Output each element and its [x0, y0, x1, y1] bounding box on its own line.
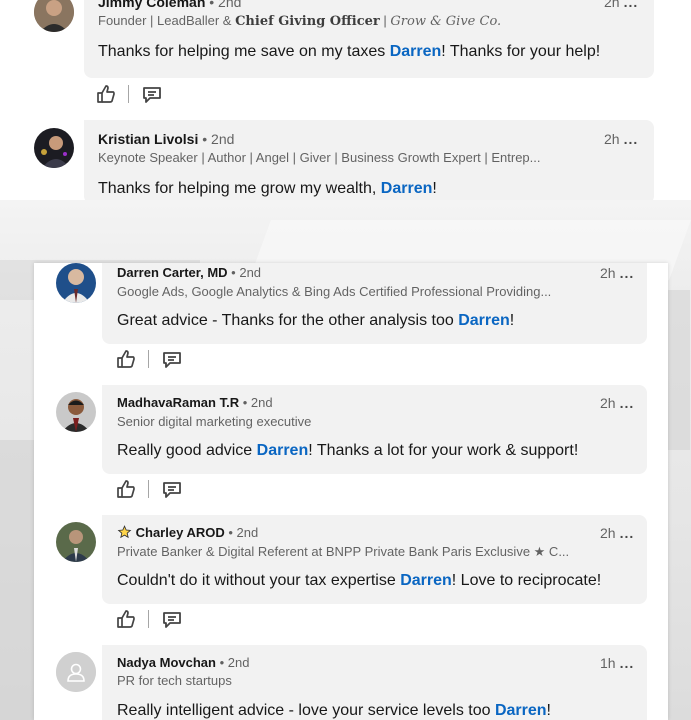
mention-link[interactable]: Darren	[495, 702, 547, 719]
headline-separator: |	[379, 13, 391, 28]
commenter-headline: Google Ads, Google Analytics & Bing Ads …	[117, 284, 552, 299]
connection-degree: • 2nd	[242, 395, 273, 410]
comment-text: Thanks for helping me save on my taxes D…	[98, 43, 600, 61]
comment-text: Really good advice Darren! Thanks a lot …	[117, 442, 578, 460]
commenter-name[interactable]: Nadya Movchan	[117, 655, 216, 670]
headline-text: Founder | LeadBaller &	[98, 13, 236, 28]
commenter-headline: Private Banker & Digital Referent at BNP…	[117, 544, 570, 559]
thumbs-up-icon[interactable]	[116, 479, 136, 499]
thumbs-up-icon[interactable]	[116, 349, 136, 369]
mention-link[interactable]: Darren	[257, 442, 309, 459]
more-options-icon[interactable]: ...	[620, 395, 635, 411]
comment-text-part: Couldn't do it without your tax expertis…	[117, 572, 401, 589]
comment-text-part: Great advice - Thanks for the other anal…	[117, 312, 459, 329]
avatar[interactable]	[34, 0, 74, 32]
comment-actions	[116, 477, 182, 501]
time-label: 2h	[600, 395, 616, 411]
commenter-headline: Senior digital marketing executive	[117, 414, 312, 429]
comment-text-part: Thanks for helping me save on my taxes	[98, 43, 390, 60]
comment-time: 1h...	[600, 655, 634, 671]
commenter-name[interactable]: Darren Carter, MD	[117, 265, 228, 280]
more-options-icon[interactable]: ...	[624, 131, 639, 147]
connection-degree: • 2nd	[209, 0, 242, 10]
commenter-name[interactable]: Charley AROD	[136, 525, 225, 540]
connection-degree: • 2nd	[231, 265, 262, 280]
comment-icon[interactable]	[142, 84, 162, 104]
comment-text: Thanks for helping me grow my wealth, Da…	[98, 180, 437, 198]
commenter-name-line: Darren Carter, MD • 2nd	[117, 265, 261, 280]
mention-link[interactable]: Darren	[400, 572, 452, 589]
comment-icon[interactable]	[162, 479, 182, 499]
mention-link[interactable]: Darren	[458, 312, 510, 329]
comment-text-part: !	[432, 180, 437, 197]
action-divider	[148, 350, 149, 368]
action-divider	[128, 85, 129, 103]
action-divider	[148, 610, 149, 628]
comment-text-part: Really good advice	[117, 442, 257, 459]
commenter-name-line: Charley AROD • 2nd	[117, 525, 258, 540]
comment-text-part: Really intelligent advice - love your se…	[117, 702, 495, 719]
more-options-icon[interactable]: ...	[620, 265, 635, 281]
comment-icon[interactable]	[162, 609, 182, 629]
more-options-icon[interactable]: ...	[620, 655, 635, 671]
commenter-name-line: MadhavaRaman T.R • 2nd	[117, 395, 273, 410]
comment-text-part: ! Love to reciprocate!	[451, 572, 602, 589]
connection-degree: • 2nd	[228, 525, 259, 540]
comment-actions	[96, 82, 162, 106]
commenter-name[interactable]: MadhavaRaman T.R	[117, 395, 239, 410]
comment-bubble	[84, 0, 654, 78]
commenter-name[interactable]: Jimmy Coleman	[98, 0, 205, 10]
time-label: 2h	[604, 0, 620, 10]
person-icon[interactable]	[56, 652, 96, 692]
more-options-icon[interactable]: ...	[624, 0, 639, 10]
comment-time: 2h...	[600, 525, 634, 541]
comment-text-part: !	[509, 312, 515, 329]
comment-icon[interactable]	[162, 349, 182, 369]
comment-time: 2h...	[604, 131, 638, 147]
comment-time: 2h...	[600, 265, 634, 281]
more-options-icon[interactable]: ...	[620, 525, 635, 541]
avatar[interactable]	[56, 263, 96, 303]
headline-company: Grow & Give Co.	[390, 14, 502, 29]
comment-text-part: ! Thanks for your help!	[441, 43, 601, 60]
comment-actions	[116, 347, 182, 371]
comment-text: Really intelligent advice - love your se…	[117, 702, 551, 720]
avatar[interactable]	[56, 522, 96, 562]
comment-actions	[116, 607, 182, 631]
comment-text-part: Thanks for helping me grow my wealth,	[98, 180, 381, 197]
comment-time: 2h...	[600, 395, 634, 411]
mention-link[interactable]: Darren	[390, 43, 442, 60]
comment-text-part: ! Thanks a lot for your work & support!	[308, 442, 579, 459]
avatar[interactable]	[34, 128, 74, 168]
commenter-name[interactable]: Kristian Livolsi	[98, 131, 198, 147]
connection-degree: • 2nd	[219, 655, 250, 670]
headline-bold: Chief Giving Officer	[235, 14, 380, 29]
action-divider	[148, 480, 149, 498]
mention-link[interactable]: Darren	[381, 180, 433, 197]
star-icon	[117, 525, 136, 540]
avatar[interactable]	[56, 392, 96, 432]
connection-degree: • 2nd	[202, 131, 235, 147]
commenter-name-line: Jimmy Coleman • 2nd	[98, 0, 241, 10]
comment-text: Great advice - Thanks for the other anal…	[117, 312, 514, 330]
time-label: 1h	[600, 655, 616, 671]
commenter-name-line: Kristian Livolsi • 2nd	[98, 131, 234, 147]
commenter-name-line: Nadya Movchan • 2nd	[117, 655, 249, 670]
commenter-headline: Keynote Speaker | Author | Angel | Giver…	[98, 150, 541, 165]
time-label: 2h	[604, 131, 620, 147]
top-comment-panel: Jimmy Coleman • 2nd 2h... Founder | Lead…	[0, 0, 691, 200]
bottom-comment-panel: Darren Carter, MD • 2nd 2h... Google Ads…	[34, 263, 668, 720]
thumbs-up-icon[interactable]	[96, 84, 116, 104]
comment-time: 2h...	[604, 0, 638, 10]
comment-text: Couldn't do it without your tax expertis…	[117, 572, 601, 590]
time-label: 2h	[600, 265, 616, 281]
time-label: 2h	[600, 525, 616, 541]
commenter-headline: PR for tech startups	[117, 673, 232, 688]
thumbs-up-icon[interactable]	[116, 609, 136, 629]
comment-text-part: !	[546, 702, 551, 719]
commenter-headline: Founder | LeadBaller & Chief Giving Offi…	[98, 13, 501, 29]
